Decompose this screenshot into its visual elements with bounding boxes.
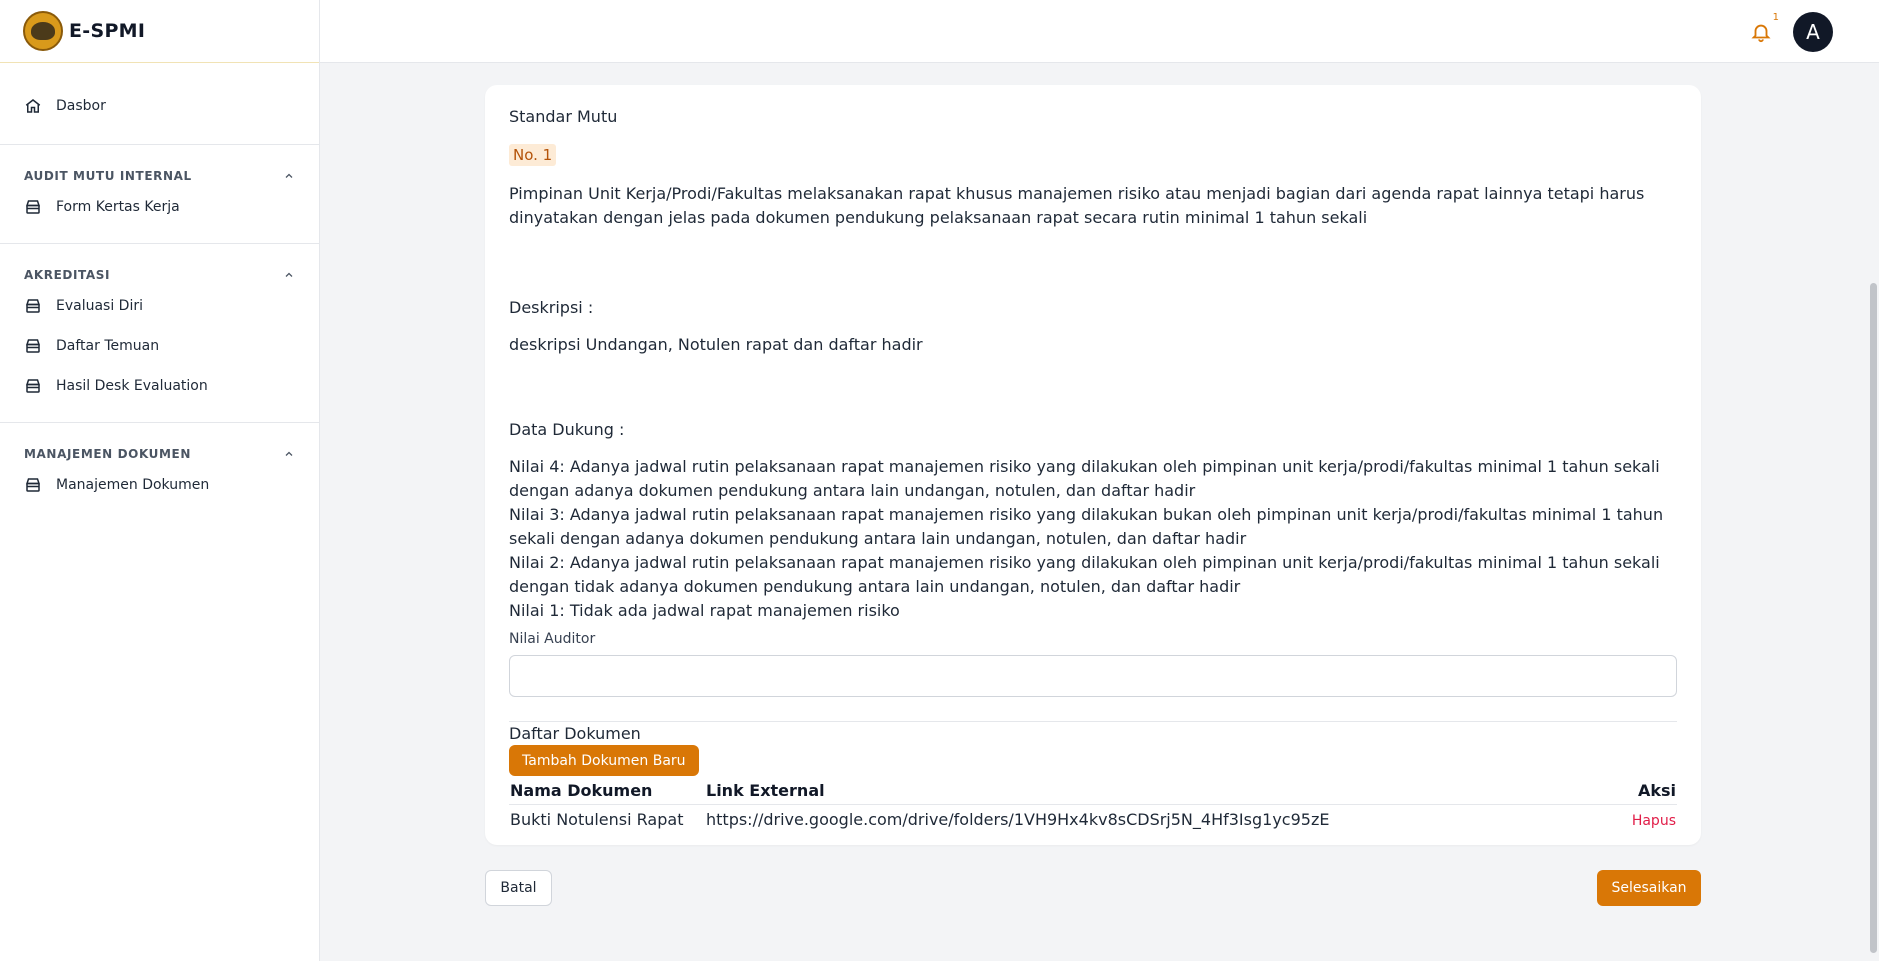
brand: E-SPMI xyxy=(0,0,319,63)
standar-number-badge: No. 1 xyxy=(509,144,557,166)
data-dukung-item: Nilai 2: Adanya jadwal rutin pelaksanaan… xyxy=(509,553,1660,596)
add-document-button[interactable]: Tambah Dokumen Baru xyxy=(509,745,699,776)
cancel-button[interactable]: Batal xyxy=(485,870,552,906)
finish-button[interactable]: Selesaikan xyxy=(1597,870,1701,906)
avatar[interactable]: A xyxy=(1793,12,1833,52)
section-title: MANAJEMEN DOKUMEN xyxy=(24,447,191,461)
archive-icon xyxy=(24,198,42,216)
sidebar-section-manajemen-dokumen: MANAJEMEN DOKUMEN Manajemen Dokumen xyxy=(0,422,319,521)
chevron-up-icon xyxy=(283,445,295,464)
nilai-auditor-label: Nilai Auditor xyxy=(509,631,596,647)
data-dukung-item: Nilai 4: Adanya jadwal rutin pelaksanaan… xyxy=(509,457,1660,500)
column-header-action: Aksi xyxy=(1610,779,1677,805)
daftar-dokumen-title: Daftar Dokumen xyxy=(509,724,641,743)
sidebar-item-label: Daftar Temuan xyxy=(56,338,160,354)
nilai-auditor-input[interactable] xyxy=(509,655,1677,697)
scrollbar-thumb[interactable] xyxy=(1870,283,1877,953)
deskripsi-text: deskripsi Undangan, Notulen rapat dan da… xyxy=(509,335,923,354)
sidebar-item-manajemen-dokumen[interactable]: Manajemen Dokumen xyxy=(0,465,319,505)
sidebar-item-label: Dasbor xyxy=(56,98,106,114)
chevron-up-icon xyxy=(283,266,295,285)
data-dukung-item: Nilai 1: Tidak ada jadwal rapat manajeme… xyxy=(509,601,900,620)
app-name: E-SPMI xyxy=(69,20,146,42)
document-table: Nama Dokumen Link External Aksi Bukti No… xyxy=(509,779,1677,834)
sidebar-item-label: Hasil Desk Evaluation xyxy=(56,378,208,394)
sidebar-item-label: Evaluasi Diri xyxy=(56,298,144,314)
data-dukung-item: Nilai 3: Adanya jadwal rutin pelaksanaan… xyxy=(509,505,1664,548)
topbar: 1 A xyxy=(320,0,1879,63)
sidebar-item-form-kertas-kerja[interactable]: Form Kertas Kerja xyxy=(0,187,319,227)
section-title: AKREDITASI xyxy=(24,268,111,282)
table-header-row: Nama Dokumen Link External Aksi xyxy=(509,779,1677,805)
sidebar: E-SPMI Dasbor AUDIT MUTU INTERNAL Form K… xyxy=(0,0,320,961)
data-dukung-list: Nilai 4: Adanya jadwal rutin pelaksanaan… xyxy=(509,455,1677,623)
column-header-name: Nama Dokumen xyxy=(509,779,705,805)
archive-icon xyxy=(24,377,42,395)
scrollbar[interactable] xyxy=(1868,63,1879,961)
delete-document-cell: Hapus xyxy=(1610,805,1677,835)
sidebar-item-dasbor[interactable]: Dasbor xyxy=(0,86,319,126)
archive-icon xyxy=(24,337,42,355)
document-name: Bukti Notulensi Rapat xyxy=(510,810,684,829)
column-header-link: Link External xyxy=(705,779,1611,805)
standar-mutu-card: Standar Mutu No. 1 Pimpinan Unit Kerja/P… xyxy=(485,85,1701,845)
data-dukung-label: Data Dukung : xyxy=(509,420,625,439)
archive-icon xyxy=(24,476,42,494)
table-row: Bukti Notulensi Rapat https://drive.goog… xyxy=(509,805,1677,835)
document-link[interactable]: https://drive.google.com/drive/folders/1… xyxy=(705,805,1610,835)
delete-document-button[interactable]: Hapus xyxy=(1632,813,1676,829)
sidebar-item-label: Manajemen Dokumen xyxy=(56,477,210,493)
standar-title: Standar Mutu xyxy=(509,107,618,126)
deskripsi-label: Deskripsi : xyxy=(509,298,594,317)
archive-icon xyxy=(24,297,42,315)
section-toggle-audit[interactable]: AUDIT MUTU INTERNAL xyxy=(0,165,319,187)
sidebar-item-daftar-temuan[interactable]: Daftar Temuan xyxy=(0,326,319,366)
sidebar-item-evaluasi-diri[interactable]: Evaluasi Diri xyxy=(0,286,319,326)
standar-text: Pimpinan Unit Kerja/Prodi/Fakultas melak… xyxy=(509,184,1645,227)
sidebar-item-hasil-desk-evaluation[interactable]: Hasil Desk Evaluation xyxy=(0,366,319,406)
bell-icon[interactable] xyxy=(1750,20,1772,44)
sidebar-section-akreditasi: AKREDITASI Evaluasi Diri Daftar Temuan H… xyxy=(0,243,319,422)
section-toggle-akreditasi[interactable]: AKREDITASI xyxy=(0,264,319,286)
sidebar-section-audit: AUDIT MUTU INTERNAL Form Kertas Kerja xyxy=(0,144,319,243)
sidebar-item-label: Form Kertas Kerja xyxy=(56,199,180,215)
university-logo-icon xyxy=(23,11,63,51)
divider xyxy=(509,721,1677,722)
chevron-up-icon xyxy=(283,167,295,186)
notification-count: 1 xyxy=(1772,12,1779,23)
section-title: AUDIT MUTU INTERNAL xyxy=(24,169,192,183)
section-toggle-manajemen-dokumen[interactable]: MANAJEMEN DOKUMEN xyxy=(0,443,319,465)
home-icon xyxy=(24,97,42,115)
